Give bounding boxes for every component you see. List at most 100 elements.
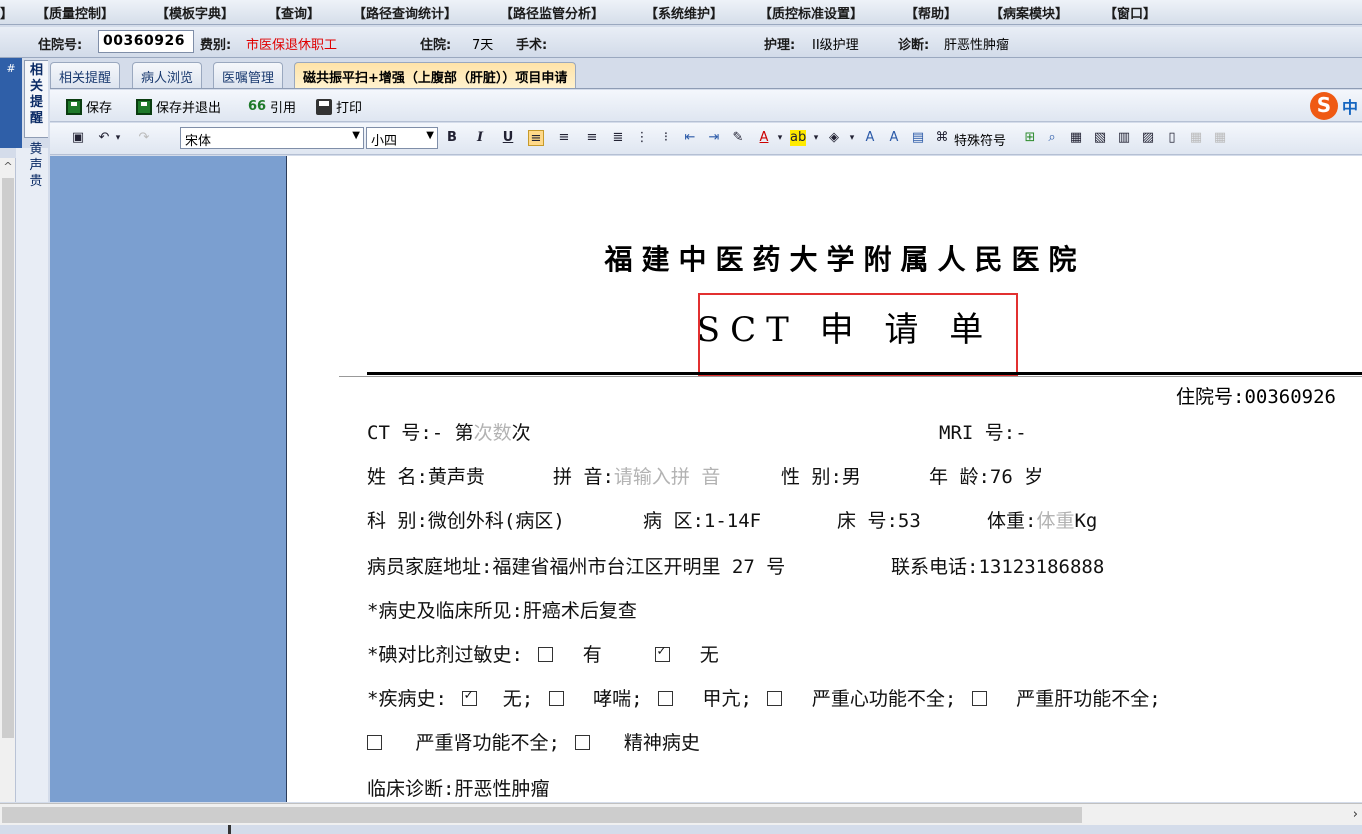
scroll-up-icon[interactable]: ^: [0, 160, 16, 176]
diagnosis-label: 诊断:: [898, 38, 930, 53]
menu-item-case-module[interactable]: 【病案模块】: [990, 3, 1068, 22]
disease-liver-checkbox[interactable]: [971, 691, 987, 706]
fee-type-label: 费别:: [200, 38, 232, 53]
justify-icon[interactable]: ≣: [610, 130, 626, 146]
text-box-icon[interactable]: ▤: [910, 130, 926, 146]
menu-item-window[interactable]: 【窗口】: [1104, 3, 1156, 22]
indent-icon[interactable]: ⇥: [706, 130, 722, 146]
ct-line: CT 号:- 第次数次: [367, 422, 531, 444]
disease-heart-checkbox[interactable]: [767, 691, 783, 706]
menu-item-path-query-stats[interactable]: 【路径查询统计】: [353, 3, 457, 22]
clinical-diagnosis: 临床诊断:肝恶性肿瘤: [367, 778, 550, 800]
search-icon[interactable]: ⌕: [1044, 130, 1060, 146]
redo-icon: ↷: [138, 130, 150, 145]
horizontal-scrollbar-thumb[interactable]: [2, 807, 1082, 823]
grow-font-icon[interactable]: A: [862, 130, 878, 146]
disease-kidney-checkbox[interactable]: [367, 735, 382, 750]
sex-field: 性 别:男: [781, 466, 861, 488]
disease-mental-checkbox[interactable]: [575, 735, 591, 750]
font-family-select[interactable]: 宋体 ▼: [180, 127, 364, 149]
format-painter-icon[interactable]: ✎: [730, 130, 746, 146]
ime-indicator[interactable]: S中: [1309, 92, 1358, 120]
menu-bar: 】 【质量控制】 【模板字典】 【查询】 【路径查询统计】 【路径监管分析】 【…: [0, 0, 1362, 25]
font-dropdown-icon: ▼: [352, 130, 360, 141]
tab-patient-browse[interactable]: 病人浏览: [132, 62, 203, 88]
weight-input[interactable]: 体重: [1036, 510, 1074, 532]
save-exit-icon: [136, 98, 152, 115]
special-chars-button[interactable]: 特殊符号: [954, 130, 1006, 149]
tab-reminders[interactable]: 相关提醒: [50, 62, 121, 88]
numbered-list-icon[interactable]: ⋮: [634, 130, 650, 146]
bed-field: 床 号:53: [837, 510, 921, 532]
save-exit-button[interactable]: 保存并退出: [136, 97, 221, 116]
header-thin-rule: [339, 376, 1362, 377]
menu-item-quality-control[interactable]: 【质量控制】: [36, 3, 114, 22]
tab-mri-request[interactable]: 磁共振平扫+增强（上腹部（肝脏））项目申请: [294, 62, 577, 88]
allergy-no-checkbox[interactable]: [655, 643, 671, 662]
disease-asthma-checkbox[interactable]: [548, 691, 564, 706]
admission-number-field[interactable]: 00360926: [98, 30, 194, 53]
font-size-select[interactable]: 小四 ▼: [366, 127, 438, 149]
name-field: 姓 名:黄声贵: [367, 466, 485, 488]
bullet-list-icon[interactable]: ⁝: [658, 130, 674, 146]
underline-icon[interactable]: U: [500, 130, 516, 146]
font-color-dropdown-icon[interactable]: ▾: [772, 130, 788, 146]
main-toolbar: 保存 保存并退出 66 引用 打印 S中: [50, 90, 1362, 122]
page-icon[interactable]: ▯: [1164, 130, 1180, 146]
tab-order-management[interactable]: 医嘱管理: [213, 62, 284, 88]
fill-dropdown-icon[interactable]: ▾: [844, 130, 860, 146]
binoculars-icon: 66: [248, 98, 267, 114]
allergy-no-label: 无: [699, 644, 719, 666]
highlight-dropdown-icon[interactable]: ▾: [808, 130, 824, 146]
status-bar: [0, 825, 1362, 834]
disease-hyperthyroid-checkbox[interactable]: [658, 691, 674, 706]
outdent-icon[interactable]: ⇤: [682, 130, 698, 146]
save-button[interactable]: 保存: [66, 97, 112, 116]
left-scrollbar-thumb[interactable]: [2, 178, 14, 738]
insert-field-icon[interactable]: ⊞: [1022, 130, 1038, 146]
bold-icon[interactable]: B: [444, 130, 460, 146]
shrink-font-icon[interactable]: A: [886, 130, 902, 146]
pin-icon[interactable]: #: [0, 58, 22, 148]
find-icon[interactable]: ▦: [1068, 130, 1084, 146]
fill-color-icon[interactable]: ◈: [826, 130, 842, 146]
horizontal-scrollbar[interactable]: ›: [0, 803, 1362, 825]
undo-dropdown-icon[interactable]: ▾: [110, 130, 126, 146]
replace-icon[interactable]: ▧: [1092, 130, 1108, 146]
font-color-icon[interactable]: A: [756, 130, 772, 146]
italic-icon[interactable]: I: [472, 130, 488, 146]
menu-item-help[interactable]: 【帮助】: [905, 3, 957, 22]
align-left-icon[interactable]: ≡: [528, 130, 544, 146]
quote-button[interactable]: 66 引用: [248, 97, 296, 117]
menu-item-template-dict[interactable]: 【模板字典】: [156, 3, 234, 22]
menu-item-qc-standards[interactable]: 【质控标准设置】: [759, 3, 863, 22]
disease-none-checkbox[interactable]: [462, 687, 478, 706]
age-field: 年 龄:76 岁: [929, 466, 1044, 488]
diagnosis-value: 肝恶性肿瘤: [944, 38, 1010, 53]
left-scrollbar[interactable]: ^: [0, 158, 16, 802]
image-icon[interactable]: ▨: [1140, 130, 1156, 146]
disk-icon[interactable]: ▣: [70, 130, 86, 146]
menu-item-query[interactable]: 【查询】: [268, 3, 320, 22]
menu-item-partial[interactable]: 】: [0, 3, 13, 22]
scroll-right-icon[interactable]: ›: [1353, 807, 1358, 822]
department-field: 科 别:微创外科(病区): [367, 510, 565, 532]
table-icon[interactable]: ▥: [1116, 130, 1132, 146]
side-tab-patient-name[interactable]: 黄声贵: [24, 140, 48, 200]
print-button[interactable]: 打印: [316, 97, 362, 116]
document-page[interactable]: 福建中医药大学附属人民医院 SCT 申 请 单 住院号:00360926 CT …: [286, 156, 1362, 802]
highlight-icon[interactable]: ab: [790, 130, 806, 146]
command-icon[interactable]: ⌘: [934, 130, 950, 146]
ct-count-field[interactable]: 次数: [474, 422, 512, 444]
admission-number: 住院号:00360926: [1176, 386, 1336, 408]
pinyin-input[interactable]: 请输入拼 音: [614, 466, 720, 488]
menu-item-path-monitor[interactable]: 【路径监管分析】: [500, 3, 604, 22]
format-toolbar: ▣ ↶ ▾ ↷ 宋体 ▼ 小四 ▼ B I U ≡ ≡ ≡ ≣ ⋮ ⁝ ⇤ ⇥ ✎ …: [50, 123, 1362, 155]
header-rule: [367, 372, 1362, 375]
align-right-icon[interactable]: ≡: [584, 130, 600, 146]
align-center-icon[interactable]: ≡: [556, 130, 572, 146]
side-tab-reminders[interactable]: 相关提醒: [24, 60, 48, 138]
fee-type-value: 市医保退休职工: [246, 38, 338, 53]
allergy-yes-checkbox[interactable]: [538, 647, 554, 662]
menu-item-system-maint[interactable]: 【系统维护】: [645, 3, 723, 22]
